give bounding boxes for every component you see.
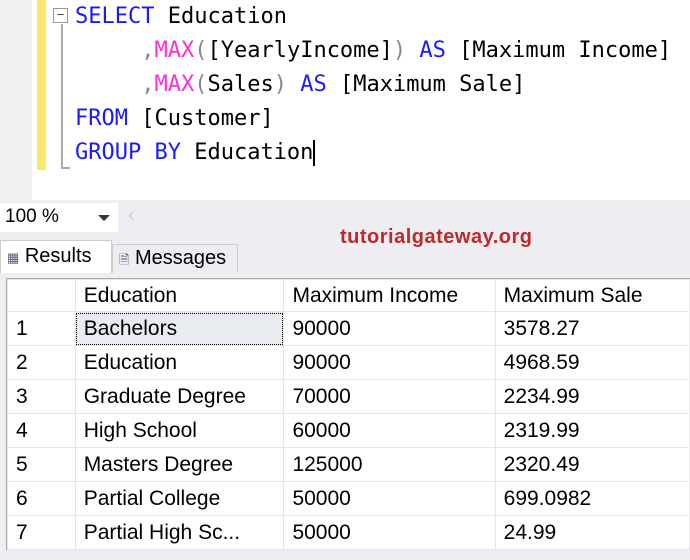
tab-messages[interactable]: 🗎 Messages <box>112 244 238 273</box>
table-cell[interactable]: Bachelors <box>74 311 285 346</box>
table-cell[interactable]: 3 <box>7 379 76 414</box>
table-row[interactable]: 1 Bachelors 90000 3578.27 <box>7 311 690 346</box>
table-cell[interactable]: 2234.99 <box>494 379 690 414</box>
table-cell[interactable]: 3578.27 <box>494 311 690 346</box>
tab-results[interactable]: ▦ Results <box>0 240 112 273</box>
table-cell[interactable]: Graduate Degree <box>74 379 285 414</box>
scroll-left-icon[interactable]: ‹ <box>128 204 135 227</box>
results-grid[interactable]: Education Maximum Income Maximum Sale 1B… <box>6 278 690 550</box>
code-token: FROM <box>75 106 128 131</box>
text-cursor <box>313 140 315 166</box>
code-line[interactable]: GROUP BY Education <box>75 138 315 168</box>
table-cell[interactable]: 70000 <box>283 379 496 414</box>
code-line[interactable]: ,MAX(Sales) AS [Maximum Sale] <box>75 70 525 100</box>
table-cell[interactable]: 125000 <box>283 447 496 482</box>
table-cell[interactable]: 2319.99 <box>494 413 690 448</box>
table-row[interactable]: 6 Partial College 50000 699.0982 <box>7 481 690 516</box>
table-cell[interactable]: Masters Degree <box>74 447 285 482</box>
sql-editor[interactable]: − SELECT Education ,MAX([YearlyIncome]) … <box>0 0 690 200</box>
table-cell[interactable]: 50000 <box>283 515 496 550</box>
table-row[interactable]: 7 Partial High Sc... 50000 24.99 <box>7 515 690 550</box>
column-header[interactable]: Maximum Income <box>283 279 496 312</box>
column-header[interactable]: Maximum Sale <box>494 279 690 312</box>
chevron-down-icon <box>98 215 110 221</box>
code-token: [Maximum Income] <box>445 38 672 63</box>
table-row[interactable]: 2 Education 90000 4968.59 <box>7 345 690 380</box>
code-token: AS <box>300 72 327 97</box>
code-token: AS <box>419 38 446 63</box>
column-header[interactable]: Education <box>74 279 285 312</box>
table-cell[interactable]: 1 <box>7 311 76 346</box>
fold-line <box>61 24 70 169</box>
code-token: [YearlyIncome] <box>207 38 393 63</box>
table-cell[interactable]: 5 <box>7 447 76 482</box>
code-token: Education <box>154 4 287 29</box>
code-line[interactable]: ,MAX([YearlyIncome]) AS [Maximum Income] <box>75 36 671 66</box>
code-token: GROUP BY <box>75 140 181 165</box>
code-token: ) <box>392 38 407 63</box>
table-cell[interactable]: 50000 <box>283 481 496 516</box>
code-token: MAX <box>154 72 195 97</box>
table-cell[interactable]: 2 <box>7 345 76 380</box>
code-token: , <box>141 38 155 63</box>
tab-label: Messages <box>135 247 227 269</box>
editor-gutter <box>0 0 32 200</box>
table-cell[interactable]: 24.99 <box>494 515 690 550</box>
table-cell[interactable]: Education <box>74 345 285 380</box>
watermark-logo: tutorialgateway.org <box>340 226 533 248</box>
grid-icon: ▦ <box>7 250 20 265</box>
table-cell[interactable]: 6 <box>7 481 76 516</box>
header-row: Education Maximum Income Maximum Sale <box>7 279 690 312</box>
table-cell[interactable]: 4968.59 <box>494 345 690 380</box>
messages-icon: 🗎 <box>119 252 130 267</box>
table-cell[interactable]: 90000 <box>283 345 496 380</box>
tab-label: Results <box>24 245 92 267</box>
code-token: ) <box>273 72 287 97</box>
code-token: , <box>141 72 155 97</box>
code-token: Sales <box>207 72 274 97</box>
change-marker <box>37 0 46 170</box>
table-cell[interactable]: 4 <box>7 413 76 448</box>
column-header[interactable] <box>7 279 76 312</box>
table-cell[interactable]: 60000 <box>283 413 496 448</box>
code-line[interactable]: FROM [Customer] <box>75 104 274 134</box>
code-token: ( <box>194 38 208 63</box>
table-cell[interactable]: Partial College <box>74 481 285 516</box>
code-token: SELECT <box>75 4 155 29</box>
table-cell[interactable]: Partial High Sc... <box>74 515 285 550</box>
table-row[interactable]: 4 High School 60000 2319.99 <box>7 413 690 448</box>
code-token: Education <box>180 140 314 165</box>
code-token: [Maximum Sale] <box>326 72 526 97</box>
zoom-value: 100 % <box>5 206 59 227</box>
code-line[interactable]: SELECT Education <box>75 2 287 32</box>
collapse-icon[interactable]: − <box>53 8 68 23</box>
table-cell[interactable]: 7 <box>7 515 76 550</box>
table-row[interactable]: 3 Graduate Degree 70000 2234.99 <box>7 379 690 414</box>
table-cell[interactable]: High School <box>74 413 285 448</box>
table-cell[interactable]: 90000 <box>283 311 496 346</box>
code-token: MAX <box>154 38 195 63</box>
code-token: ( <box>194 72 208 97</box>
zoom-dropdown[interactable]: 100 % <box>0 203 118 232</box>
table-row[interactable]: 5 Masters Degree 125000 2320.49 <box>7 447 690 482</box>
table-cell[interactable]: 699.0982 <box>494 481 690 516</box>
code-token: [Customer] <box>127 106 274 131</box>
table-cell[interactable]: 2320.49 <box>494 447 690 482</box>
